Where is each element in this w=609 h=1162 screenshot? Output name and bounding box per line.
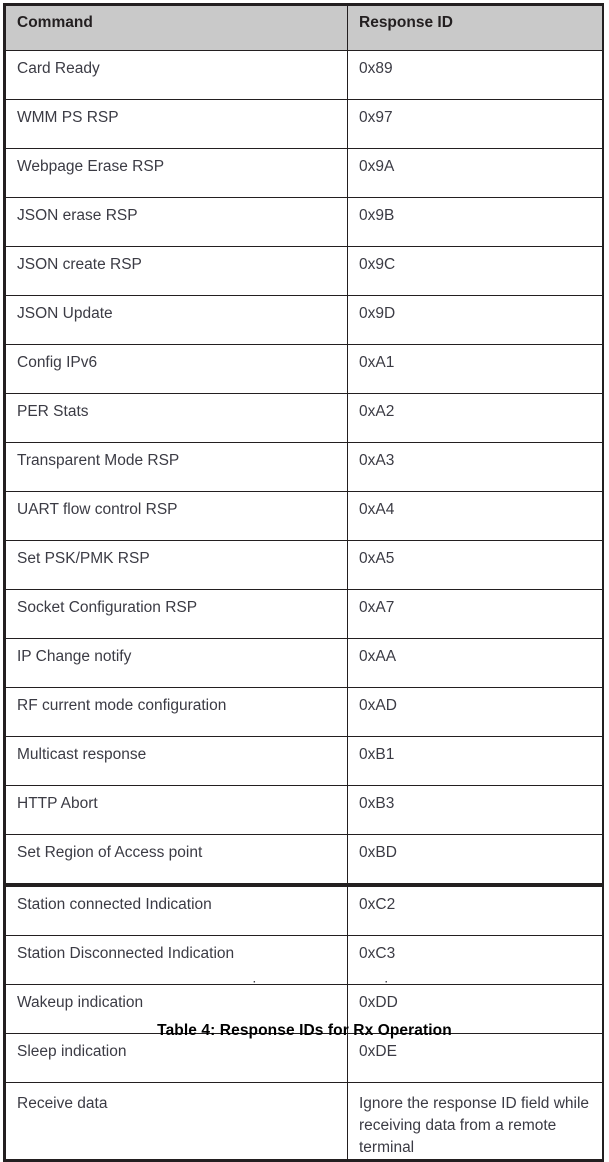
cell-command: UART flow control RSP bbox=[5, 491, 348, 541]
cell-response-id: 0x89 bbox=[347, 50, 603, 100]
cell-command: RF current mode configuration bbox=[5, 687, 348, 737]
cell-command: Card Ready bbox=[5, 50, 348, 100]
table-row: Transparent Mode RSP 0xA3 bbox=[5, 442, 603, 492]
clipped-text-line: Table 4: Response IDs for Rx Operation bbox=[3, 981, 604, 984]
cell-command: HTTP Abort bbox=[5, 785, 348, 835]
column-header-command: Command bbox=[5, 5, 348, 51]
cell-response-id: 0xA1 bbox=[347, 344, 603, 394]
table-header: Command Response ID bbox=[5, 5, 603, 51]
table-caption: Table 4: Response IDs for Rx Operation bbox=[157, 1022, 452, 1039]
table-row: Station Disconnected Indication 0xC3 bbox=[5, 935, 603, 985]
table-row: JSON create RSP 0x9C bbox=[5, 246, 603, 296]
cell-response-id: 0xB1 bbox=[347, 736, 603, 786]
cell-response-id: 0xA4 bbox=[347, 491, 603, 541]
cell-response-id: 0xA3 bbox=[347, 442, 603, 492]
table-row: JSON erase RSP 0x9B bbox=[5, 197, 603, 247]
cell-response-id: 0xA7 bbox=[347, 589, 603, 639]
cell-response-id: 0x9B bbox=[347, 197, 603, 247]
table-row: WMM PS RSP 0x97 bbox=[5, 99, 603, 149]
cell-command: JSON create RSP bbox=[5, 246, 348, 296]
table-row: Multicast response 0xB1 bbox=[5, 736, 603, 786]
table-row: IP Change notify 0xAA bbox=[5, 638, 603, 688]
table-row: RF current mode configuration 0xAD bbox=[5, 687, 603, 737]
cell-response-id: 0xC2 bbox=[347, 884, 603, 936]
table-row: Card Ready 0x89 bbox=[5, 50, 603, 100]
table-row: Receive data Ignore the response ID fiel… bbox=[5, 1082, 603, 1160]
table-row: UART flow control RSP 0xA4 bbox=[5, 491, 603, 541]
cell-response-id: 0xAD bbox=[347, 687, 603, 737]
table-row: Station connected Indication 0xC2 bbox=[5, 884, 603, 936]
cell-response-id: 0xC3 bbox=[347, 935, 603, 985]
table-row: Webpage Erase RSP 0x9A bbox=[5, 148, 603, 198]
cell-response-id: 0x97 bbox=[347, 99, 603, 149]
clipped-text-remnant: Table 4: Response IDs for Rx Operation bbox=[3, 981, 604, 995]
cell-command: IP Change notify bbox=[5, 638, 348, 688]
cell-command: JSON Update bbox=[5, 295, 348, 345]
cell-command: WMM PS RSP bbox=[5, 99, 348, 149]
cell-response-id: 0xDE bbox=[347, 1033, 603, 1083]
cell-command: Station Disconnected Indication bbox=[5, 935, 348, 985]
cell-command: Multicast response bbox=[5, 736, 348, 786]
cell-command: JSON erase RSP bbox=[5, 197, 348, 247]
cell-command: Station connected Indication bbox=[5, 884, 348, 936]
table-row: JSON Update 0x9D bbox=[5, 295, 603, 345]
cell-response-id: 0x9D bbox=[347, 295, 603, 345]
cell-response-id: 0xA2 bbox=[347, 393, 603, 443]
table-row: Socket Configuration RSP 0xA7 bbox=[5, 589, 603, 639]
cell-command: Set PSK/PMK RSP bbox=[5, 540, 348, 590]
table-row: Set Region of Access point 0xBD bbox=[5, 834, 603, 887]
cell-response-id: 0xBD bbox=[347, 834, 603, 887]
cell-command: PER Stats bbox=[5, 393, 348, 443]
column-header-response-id: Response ID bbox=[347, 5, 603, 51]
cell-command: Set Region of Access point bbox=[5, 834, 348, 887]
table-row: HTTP Abort 0xB3 bbox=[5, 785, 603, 835]
table-row: Set PSK/PMK RSP 0xA5 bbox=[5, 540, 603, 590]
table-row: PER Stats 0xA2 bbox=[5, 393, 603, 443]
table-row: Sleep indication 0xDE bbox=[5, 1033, 603, 1083]
cell-command: Receive data bbox=[5, 1082, 348, 1160]
cell-response-id: 0xA5 bbox=[347, 540, 603, 590]
cell-response-id: 0xAA bbox=[347, 638, 603, 688]
cell-command: Sleep indication bbox=[5, 1033, 348, 1083]
cell-response-id: 0xB3 bbox=[347, 785, 603, 835]
cell-command: Config IPv6 bbox=[5, 344, 348, 394]
cell-response-id: 0x9C bbox=[347, 246, 603, 296]
cell-response-id: Ignore the response ID field while recei… bbox=[347, 1082, 603, 1160]
cell-command: Webpage Erase RSP bbox=[5, 148, 348, 198]
table-row: Config IPv6 0xA1 bbox=[5, 344, 603, 394]
cell-response-id: 0x9A bbox=[347, 148, 603, 198]
cell-command: Socket Configuration RSP bbox=[5, 589, 348, 639]
table-header-row: Command Response ID bbox=[5, 5, 603, 51]
cell-command: Transparent Mode RSP bbox=[5, 442, 348, 492]
